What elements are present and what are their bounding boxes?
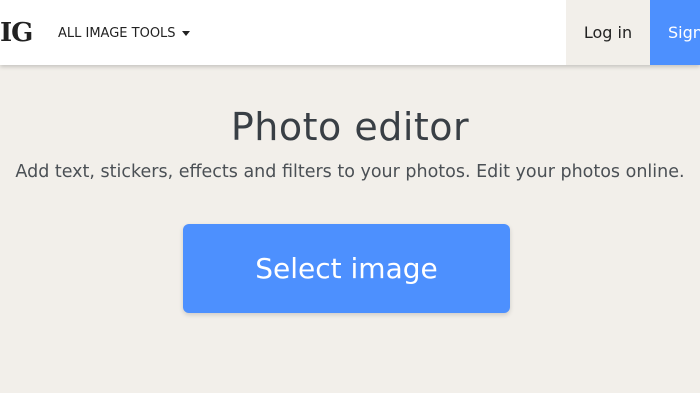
page-title: Photo editor	[230, 105, 470, 149]
login-label: Log in	[583, 23, 633, 42]
logo[interactable]: IG	[0, 18, 33, 48]
login-button[interactable]: Log in	[566, 0, 650, 65]
page-subtitle: Add text, stickers, effects and filters …	[15, 162, 685, 182]
signup-label: Sign	[668, 23, 700, 42]
top-header: IG ALL IMAGE TOOLS Log in Sign	[0, 0, 700, 65]
all-image-tools-label: ALL IMAGE TOOLS	[58, 25, 176, 41]
caret-down-icon	[181, 30, 190, 36]
select-image-button[interactable]: Select image	[183, 224, 510, 313]
signup-button[interactable]: Sign	[650, 0, 700, 65]
all-image-tools-menu[interactable]: ALL IMAGE TOOLS	[58, 24, 190, 42]
select-image-label: Select image	[255, 252, 438, 285]
